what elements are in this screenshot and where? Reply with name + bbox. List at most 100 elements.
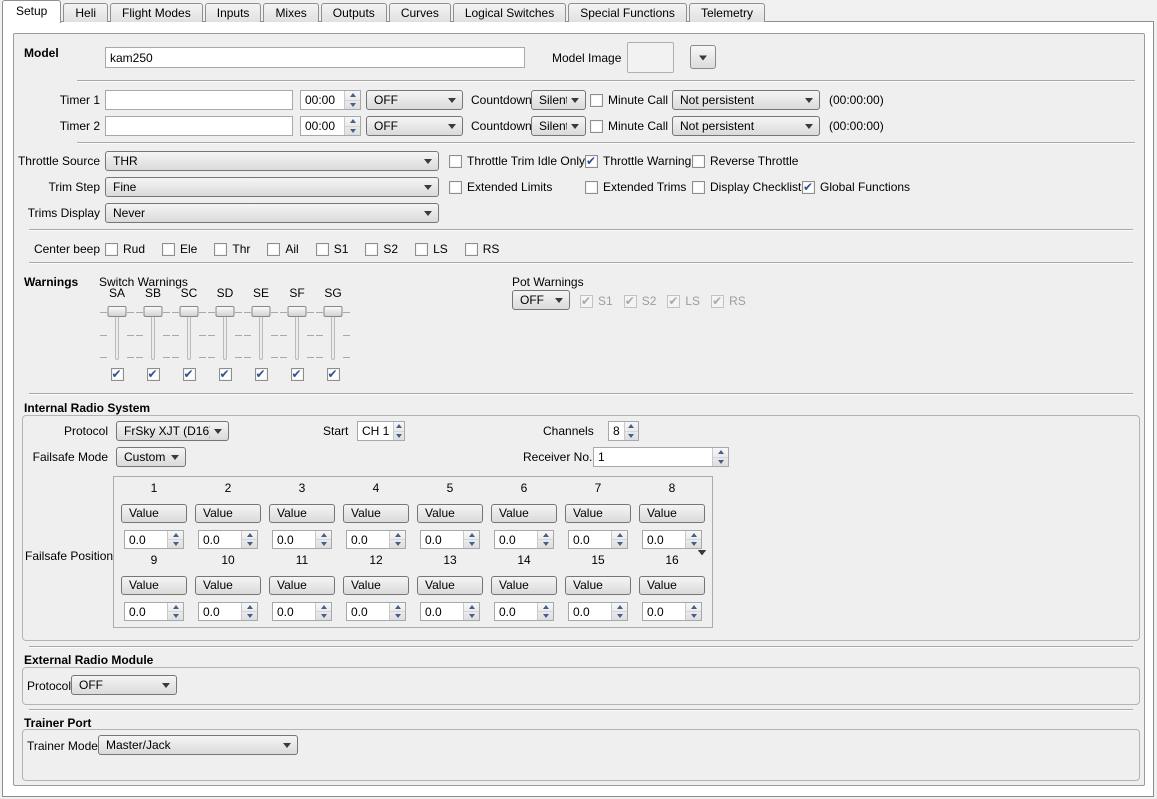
tab-mixes[interactable]: Mixes bbox=[263, 3, 318, 22]
switch-position-slider[interactable] bbox=[208, 304, 242, 362]
failsafe-channel-mode-select[interactable]: Value bbox=[639, 504, 705, 523]
failsafe-channel-value-spin[interactable]: 0.0 bbox=[124, 530, 184, 549]
failsafe-channel-mode-select[interactable]: Value bbox=[343, 576, 409, 595]
internal-protocol-select[interactable]: FrSky XJT (D16) bbox=[116, 421, 229, 441]
center-beep-checkbox[interactable]: S1 bbox=[316, 241, 349, 257]
trainer-mode-select[interactable]: Master/Jack bbox=[98, 735, 298, 755]
failsafe-channel-value-spin[interactable]: 0.0 bbox=[198, 530, 258, 549]
timer2-time-spin[interactable]: 00:00 bbox=[300, 116, 361, 136]
failsafe-channel-value-spin[interactable]: 0.0 bbox=[346, 530, 406, 549]
tab-special-functions[interactable]: Special Functions bbox=[568, 3, 687, 22]
failsafe-channel-value-spin[interactable]: 0.0 bbox=[642, 530, 702, 549]
timer1-persistence-select[interactable]: Not persistent bbox=[672, 90, 820, 110]
failsafe-channel-mode-select[interactable]: Value bbox=[417, 576, 483, 595]
switch-position-slider[interactable] bbox=[244, 304, 278, 362]
switch-position-slider[interactable] bbox=[100, 304, 134, 362]
center-beep-checkbox[interactable]: S2 bbox=[365, 241, 398, 257]
failsafe-channel-mode-select[interactable]: Value bbox=[491, 576, 557, 595]
switch-warning-checkbox[interactable] bbox=[183, 366, 196, 382]
switch-warning-checkbox[interactable] bbox=[291, 366, 304, 382]
trims-display-select[interactable]: Never bbox=[105, 203, 439, 223]
global-functions-checkbox[interactable]: Global Functions bbox=[802, 179, 910, 195]
center-beep-checkbox[interactable]: RS bbox=[465, 241, 500, 257]
timer2-elapsed-value: (00:00:00) bbox=[829, 116, 884, 136]
timer1-countdown-select[interactable]: Silent bbox=[531, 90, 586, 110]
failsafe-channel-value-spin[interactable]: 0.0 bbox=[346, 602, 406, 621]
start-channel-spin[interactable]: CH 1 bbox=[357, 421, 405, 441]
timer2-name-input[interactable] bbox=[105, 116, 293, 136]
switch-warning-column: SF bbox=[279, 286, 315, 382]
failsafe-channel-value-spin[interactable]: 0.0 bbox=[124, 602, 184, 621]
failsafe-mode-select[interactable]: Custom bbox=[116, 447, 186, 467]
reverse-throttle-checkbox[interactable]: Reverse Throttle bbox=[692, 153, 798, 169]
center-beep-checkbox[interactable]: Thr bbox=[214, 241, 250, 257]
failsafe-channel-mode-select[interactable]: Value bbox=[195, 576, 261, 595]
switch-position-slider[interactable] bbox=[136, 304, 170, 362]
timer1-name-input[interactable] bbox=[105, 90, 293, 110]
timer2-countdown-select[interactable]: Silent bbox=[531, 116, 586, 136]
failsafe-channel-mode-select[interactable]: Value bbox=[639, 576, 705, 595]
switch-position-slider[interactable] bbox=[172, 304, 206, 362]
failsafe-channel-value-spin[interactable]: 0.0 bbox=[568, 530, 628, 549]
tab-heli[interactable]: Heli bbox=[63, 3, 108, 22]
tab-outputs[interactable]: Outputs bbox=[321, 3, 387, 22]
tab-curves[interactable]: Curves bbox=[389, 3, 451, 22]
center-beep-checkbox[interactable]: LS bbox=[415, 241, 448, 257]
timer1-minute-call-checkbox[interactable]: Minute Call bbox=[590, 92, 668, 108]
timer2-persistence-select[interactable]: Not persistent bbox=[672, 116, 820, 136]
failsafe-channel-value-spin[interactable]: 0.0 bbox=[494, 530, 554, 549]
failsafe-channel-mode-select[interactable]: Value bbox=[269, 576, 335, 595]
switch-warning-checkbox[interactable] bbox=[219, 366, 232, 382]
center-beep-checkbox[interactable]: Ail bbox=[267, 241, 298, 257]
center-beep-checkbox[interactable]: Rud bbox=[105, 241, 145, 257]
throttle-warning-checkbox[interactable]: Throttle Warning bbox=[585, 153, 691, 169]
switch-warning-checkbox[interactable] bbox=[111, 366, 124, 382]
channels-count-spin[interactable]: 8 bbox=[608, 421, 639, 441]
switch-warning-checkbox[interactable] bbox=[327, 366, 340, 382]
extended-limits-checkbox[interactable]: Extended Limits bbox=[449, 179, 552, 195]
switch-warning-checkbox[interactable] bbox=[255, 366, 268, 382]
tab-setup[interactable]: Setup bbox=[2, 0, 61, 23]
checkbox-box bbox=[692, 155, 705, 168]
timer1-time-spin[interactable]: 00:00 bbox=[300, 90, 361, 110]
failsafe-channel-mode-select[interactable]: Value bbox=[565, 576, 631, 595]
tab-logical-switches[interactable]: Logical Switches bbox=[453, 3, 566, 22]
timer2-mode-select[interactable]: OFF bbox=[366, 116, 463, 136]
throttle-source-select[interactable]: THR bbox=[105, 151, 439, 171]
failsafe-channel-mode-select[interactable]: Value bbox=[343, 504, 409, 523]
failsafe-channel-mode-select[interactable]: Value bbox=[491, 504, 557, 523]
failsafe-channel-value-spin[interactable]: 0.0 bbox=[420, 602, 480, 621]
failsafe-channel-mode-select[interactable]: Value bbox=[121, 576, 187, 595]
timer2-minute-call-checkbox[interactable]: Minute Call bbox=[590, 118, 668, 134]
failsafe-channel-value-spin[interactable]: 0.0 bbox=[494, 602, 554, 621]
failsafe-channel-value-spin[interactable]: 0.0 bbox=[198, 602, 258, 621]
failsafe-channel-value-spin[interactable]: 0.0 bbox=[272, 530, 332, 549]
external-protocol-select[interactable]: OFF bbox=[71, 675, 177, 695]
switch-position-slider[interactable] bbox=[316, 304, 350, 362]
failsafe-channel-value-spin[interactable]: 0.0 bbox=[420, 530, 480, 549]
failsafe-channel-mode-select[interactable]: Value bbox=[565, 504, 631, 523]
pot-warnings-mode-select[interactable]: OFF bbox=[512, 290, 570, 310]
display-checklist-checkbox[interactable]: Display Checklist bbox=[692, 179, 801, 195]
switch-position-slider[interactable] bbox=[280, 304, 314, 362]
receiver-number-spin[interactable]: 1 bbox=[593, 447, 729, 467]
failsafe-channel-value-spin[interactable]: 0.0 bbox=[642, 602, 702, 621]
tab-flight-modes[interactable]: Flight Modes bbox=[110, 3, 203, 22]
failsafe-channel-value-spin[interactable]: 0.0 bbox=[568, 602, 628, 621]
failsafe-channel-mode-select[interactable]: Value bbox=[195, 504, 261, 523]
failsafe-channel-value-spin[interactable]: 0.0 bbox=[272, 602, 332, 621]
center-beep-checkbox[interactable]: Ele bbox=[162, 241, 197, 257]
failsafe-channel-mode-select[interactable]: Value bbox=[417, 504, 483, 523]
throttle-trim-idle-only-checkbox[interactable]: Throttle Trim Idle Only bbox=[449, 153, 585, 169]
trim-step-select[interactable]: Fine bbox=[105, 177, 439, 197]
switch-warning-checkbox[interactable] bbox=[147, 366, 160, 382]
failsafe-channel-mode-select[interactable]: Value bbox=[121, 504, 187, 523]
model-image-dropdown-button[interactable] bbox=[690, 45, 716, 69]
timer1-mode-select[interactable]: OFF bbox=[366, 90, 463, 110]
extended-trims-checkbox[interactable]: Extended Trims bbox=[585, 179, 686, 195]
failsafe-channel-mode-select[interactable]: Value bbox=[269, 504, 335, 523]
model-image-preview[interactable] bbox=[627, 42, 674, 73]
tab-inputs[interactable]: Inputs bbox=[205, 3, 262, 22]
model-name-input[interactable] bbox=[105, 47, 525, 68]
tab-telemetry[interactable]: Telemetry bbox=[689, 3, 765, 22]
